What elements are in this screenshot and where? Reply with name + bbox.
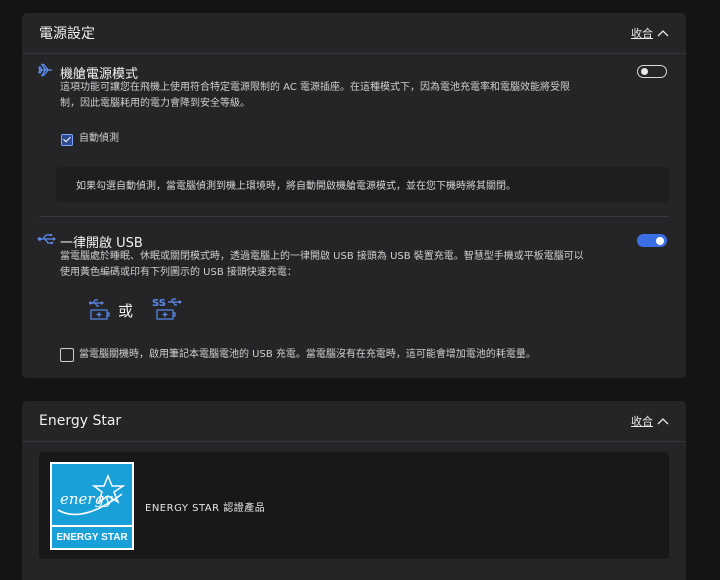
airplane-desc-line2: 制，因此電腦耗用的電力會降到安全等級。 [60, 98, 250, 109]
auto-detect-note-text: 如果勾選自動偵測，當電腦偵測到機上環境時，將自動開啟機艙電源模式，並在您下機時將… [76, 181, 516, 192]
toggle-knob [656, 236, 664, 245]
energy-star-swoosh-icon: energy [57, 473, 126, 516]
energy-star-logo: energy ENERGY STAR [50, 462, 134, 550]
energy-star-logo-mark: energy [52, 464, 132, 525]
airplane-mode-toggle[interactable] [637, 65, 667, 78]
usb-always-on-toggle[interactable] [637, 234, 667, 247]
energy-star-logo-band: ENERGY STAR [52, 527, 132, 548]
usb-superspeed-charge-icon: SS [152, 298, 182, 320]
airplane-mode-description: 這項功能可讓您在飛機上使用符合特定電源限制的 AC 電源插座。在這種模式下，因為… [60, 80, 600, 112]
auto-detect-checkbox[interactable] [61, 134, 73, 146]
usb-icon [37, 234, 56, 245]
svg-text:SS: SS [152, 298, 166, 309]
energy-logo-script: energy [60, 490, 113, 508]
chevron-up-icon [657, 30, 669, 37]
energy-star-product-label: ENERGY STAR 認證產品 [145, 503, 266, 514]
energy-star-content: energy ENERGY STAR ENERGY STAR 認證產品 [39, 452, 669, 559]
energy-star-panel: Energy Star 收合 energy ENERGY STAR ENERGY… [22, 401, 686, 580]
airplane-icon [38, 63, 53, 77]
auto-detect-note: 如果勾選自動偵測，當電腦偵測到機上環境時，將自動開啟機艙電源模式，並在您下機時將… [56, 167, 669, 202]
power-settings-panel: 電源設定 收合 機艙電源模式 這項功能可讓您在飛機上使用符合特定電源限制的 AC… [22, 13, 686, 378]
power-settings-title: 電源設定 [39, 26, 95, 42]
usb-desc-line1: 當電腦處於睡眠、休眠或關閉模式時，透過電腦上的一律開啟 USB 接頭為 USB … [60, 251, 584, 262]
usb-desc-line2: 使用黃色編碼或印有下列圖示的 USB 接頭快速充電： [60, 267, 297, 278]
energy-collapse-label: 收合 [631, 415, 653, 428]
section-divider [39, 216, 669, 217]
or-label: 或 [118, 302, 134, 320]
power-collapse-button[interactable]: 收合 [631, 25, 669, 41]
auto-detect-label: 自動偵測 [79, 133, 119, 144]
power-settings-header: 電源設定 收合 [22, 13, 686, 54]
battery-usb-charge-checkbox[interactable] [60, 348, 74, 362]
toggle-knob [641, 68, 648, 75]
battery-usb-charge-label: 當電腦關機時，啟用筆記本電腦電池的 USB 充電。當電腦沒有在充電時，這可能會增… [79, 349, 536, 360]
usb-charge-icon [89, 299, 110, 320]
energy-star-header: Energy Star 收合 [22, 401, 686, 442]
airplane-desc-line1: 這項功能可讓您在飛機上使用符合特定電源限制的 AC 電源插座。在這種模式下，因為… [60, 82, 571, 93]
energy-star-title: Energy Star [39, 413, 122, 429]
usb-always-on-description: 當電腦處於睡眠、休眠或關閉模式時，透過電腦上的一律開啟 USB 接頭為 USB … [60, 249, 600, 281]
power-collapse-label: 收合 [631, 27, 653, 40]
energy-collapse-button[interactable]: 收合 [631, 413, 669, 429]
chevron-up-icon [657, 418, 669, 425]
